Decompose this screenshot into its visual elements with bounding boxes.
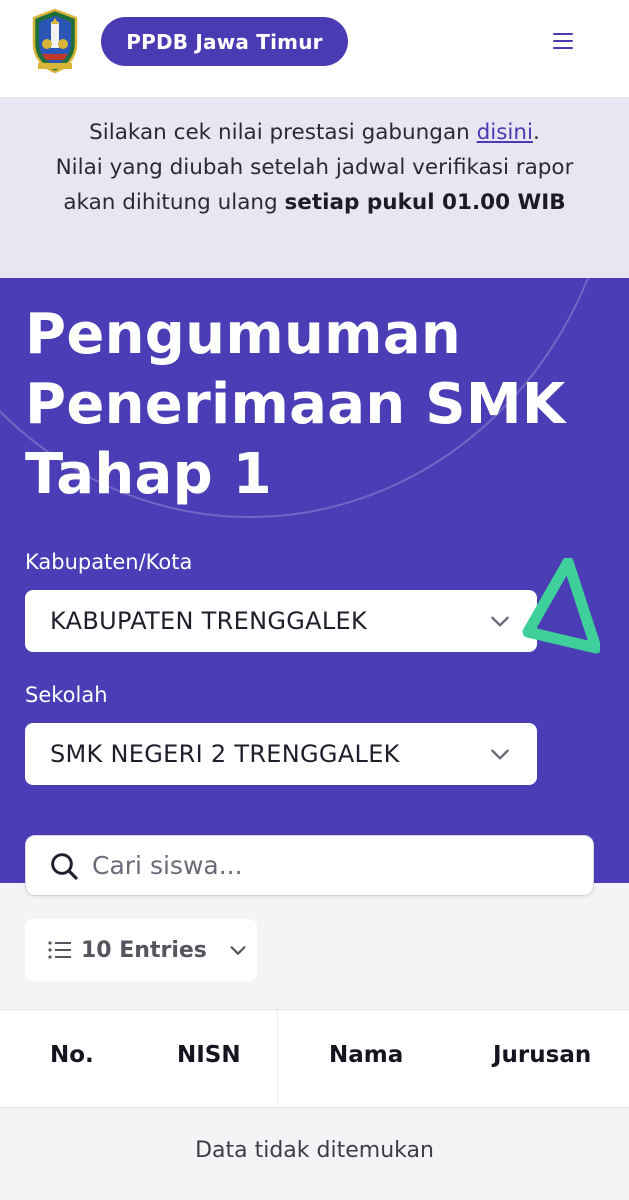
hamburger-menu-icon[interactable] (546, 26, 580, 56)
notice-text: Silakan cek nilai prestasi gabungan (89, 120, 477, 145)
list-icon (48, 941, 71, 959)
brand-button[interactable]: PPDB Jawa Timur (101, 17, 348, 66)
notice-link[interactable]: disini (477, 120, 533, 145)
entries-label: 10 Entries (81, 937, 207, 963)
page-title: Pengumuman Penerimaan SMK Tahap 1 (25, 302, 566, 507)
entries-dropdown[interactable]: 10 Entries (25, 919, 257, 981)
chevron-down-icon (491, 749, 509, 760)
notice-text-end: . (533, 120, 540, 145)
hero-section: Pengumuman Penerimaan SMK Tahap 1 Kabupa… (0, 278, 629, 883)
column-header-nisn[interactable]: NISN (177, 1042, 241, 1068)
results-table: No. NISN Nama Jurusan Data tidak ditemuk… (0, 1009, 629, 1200)
search-input[interactable] (92, 851, 562, 880)
empty-state-message: Data tidak ditemukan (195, 1138, 434, 1163)
column-header-jurusan[interactable]: Jurusan (493, 1042, 591, 1068)
chevron-down-icon (491, 616, 509, 627)
kabupaten-label: Kabupaten/Kota (25, 550, 193, 574)
kabupaten-select[interactable]: KABUPATEN TRENGGALEK (25, 590, 537, 652)
column-header-nama[interactable]: Nama (329, 1042, 403, 1068)
column-header-no[interactable]: No. (50, 1042, 94, 1068)
notice-bold: setiap pukul 01.00 WIB (284, 190, 566, 215)
sekolah-value: SMK NEGERI 2 TRENGGALEK (50, 740, 400, 768)
sekolah-select[interactable]: SMK NEGERI 2 TRENGGALEK (25, 723, 537, 785)
triangle-decoration-icon (522, 558, 600, 654)
search-icon (51, 852, 78, 880)
east-java-emblem-icon[interactable] (30, 8, 80, 74)
sekolah-label: Sekolah (25, 683, 108, 707)
search-box (25, 835, 594, 896)
kabupaten-value: KABUPATEN TRENGGALEK (50, 607, 368, 635)
table-header: No. NISN Nama Jurusan (0, 1009, 629, 1109)
top-navbar: PPDB Jawa Timur (0, 0, 629, 97)
column-divider (277, 1010, 278, 1109)
notice-banner: Silakan cek nilai prestasi gabungan disi… (0, 97, 629, 278)
chevron-down-icon (230, 946, 246, 955)
